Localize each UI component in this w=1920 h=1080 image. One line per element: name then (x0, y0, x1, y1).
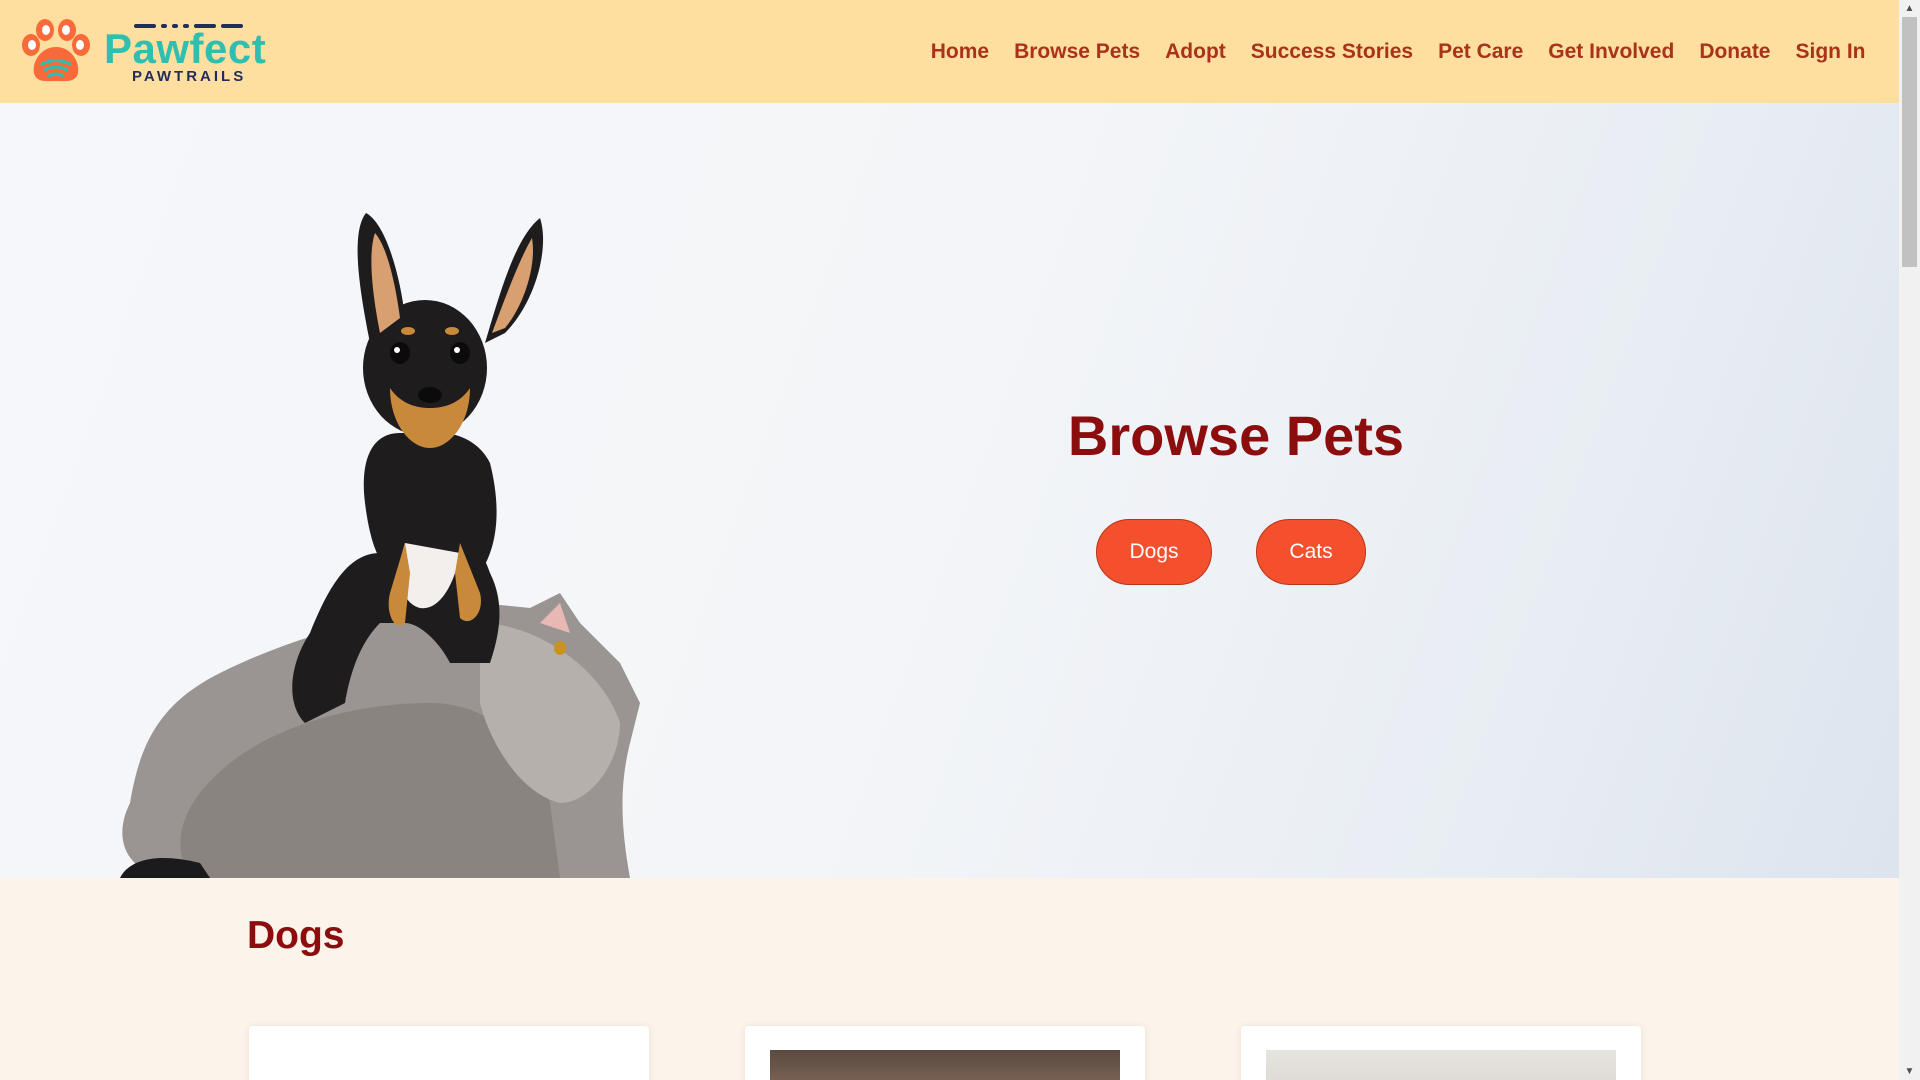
logo-dots (134, 24, 243, 28)
pet-card[interactable] (1241, 1026, 1641, 1080)
nav-browse-pets[interactable]: Browse Pets (1002, 40, 1153, 64)
paw-logo-icon (22, 18, 90, 81)
chevron-down-icon[interactable]: ▼ (1899, 1063, 1920, 1080)
nav-success-stories[interactable]: Success Stories (1238, 40, 1425, 64)
scroll-thumb[interactable] (1902, 17, 1917, 267)
brand-name: Pawfect (104, 25, 267, 72)
pet-card[interactable] (249, 1026, 649, 1080)
pet-card[interactable] (745, 1026, 1145, 1080)
logo[interactable]: Pawfect PAWTRAILS (18, 18, 266, 85)
logo-text: Pawfect PAWTRAILS (104, 18, 266, 85)
page-scrollbar[interactable]: ▲ ▼ (1899, 0, 1920, 1080)
nav-donate[interactable]: Donate (1687, 40, 1783, 64)
pet-card-image (274, 1050, 624, 1080)
dogs-section-title: Dogs (247, 914, 345, 957)
chevron-up-icon[interactable]: ▲ (1899, 0, 1920, 17)
pet-card-image (770, 1050, 1120, 1080)
page: Pawfect PAWTRAILS Home Browse Pets Adopt… (0, 0, 1899, 1080)
pet-card-image (1266, 1050, 1616, 1080)
hero-banner: Browse Pets Dogs Cats (0, 103, 1899, 878)
nav-home[interactable]: Home (918, 40, 1001, 64)
brand-subtitle: PAWTRAILS (132, 68, 247, 85)
cats-button[interactable]: Cats (1256, 519, 1366, 585)
dog-and-cat-photo (120, 213, 640, 878)
main-nav: Home Browse Pets Adopt Success Stories P… (918, 0, 1878, 103)
hero-title: Browse Pets (1067, 404, 1405, 467)
nav-sign-in[interactable]: Sign In (1783, 40, 1878, 64)
nav-pet-care[interactable]: Pet Care (1426, 40, 1536, 64)
dogs-button[interactable]: Dogs (1096, 519, 1212, 585)
nav-adopt[interactable]: Adopt (1153, 40, 1239, 64)
nav-get-involved[interactable]: Get Involved (1536, 40, 1687, 64)
site-header: Pawfect PAWTRAILS Home Browse Pets Adopt… (0, 0, 1899, 103)
dogs-section: Dogs (0, 878, 1899, 1080)
